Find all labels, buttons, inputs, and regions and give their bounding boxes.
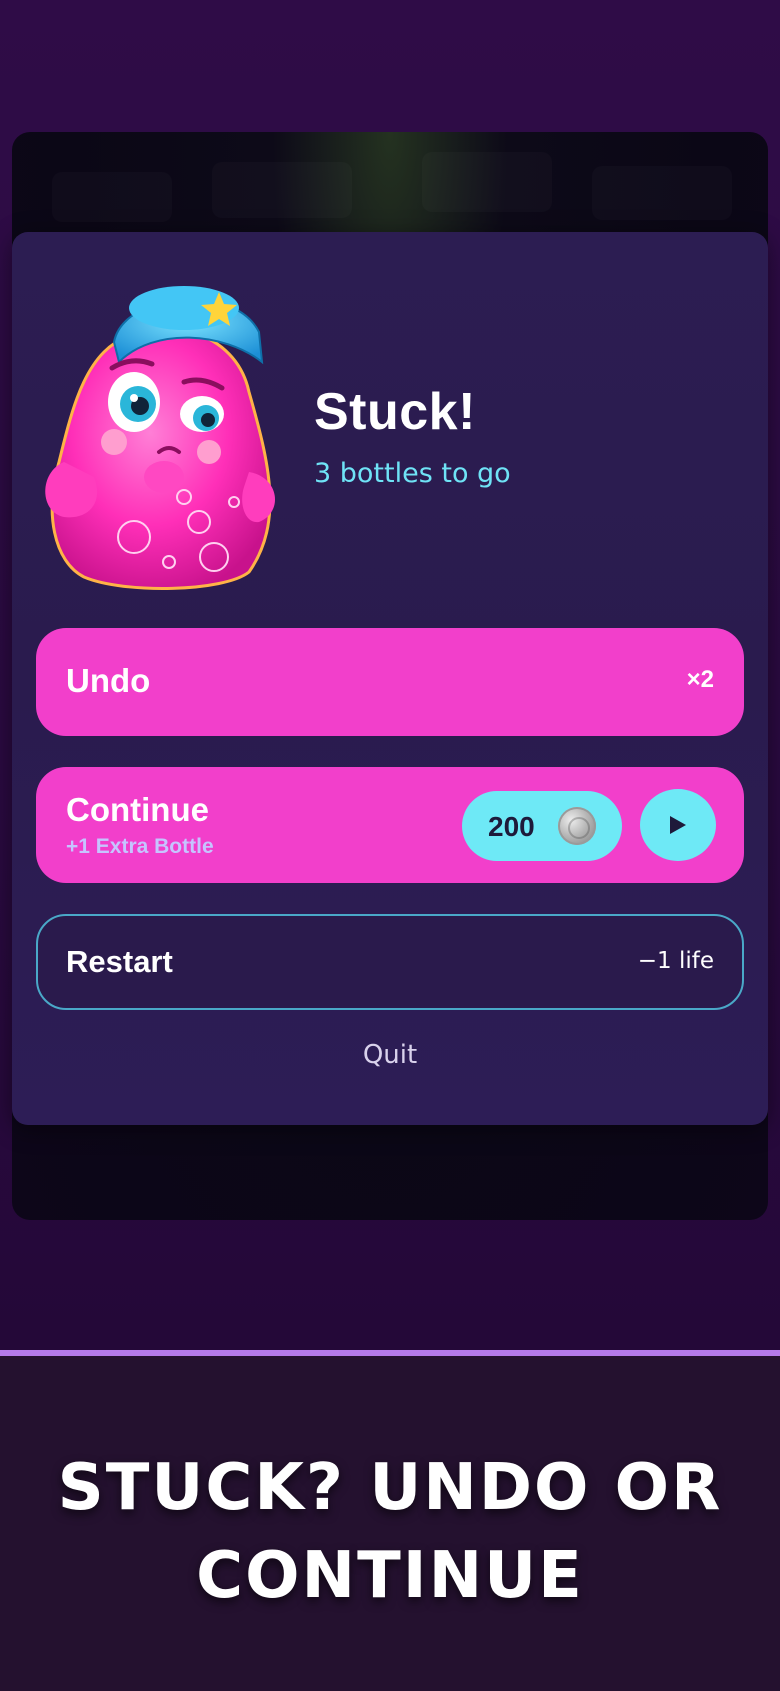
- continue-sublabel: +1 Extra Bottle: [66, 835, 214, 858]
- continue-label: Continue: [66, 791, 209, 828]
- undo-button[interactable]: Undo ×2: [36, 628, 744, 736]
- promo-caption-panel: STUCK? UNDO OR CONTINUE: [0, 1356, 780, 1691]
- stuck-dialog: Stuck! 3 bottles to go Undo ×2 Continue …: [12, 232, 768, 1125]
- backdrop-brick: [592, 166, 732, 220]
- dialog-title: Stuck!: [314, 383, 476, 441]
- continue-button[interactable]: Continue +1 Extra Bottle 200: [36, 767, 744, 883]
- continue-coin-price-button[interactable]: 200: [462, 791, 622, 861]
- restart-button[interactable]: Restart −1 life: [36, 914, 744, 1010]
- restart-label: Restart: [66, 944, 173, 979]
- quit-button[interactable]: Quit: [12, 1040, 768, 1070]
- restart-cost: −1 life: [637, 948, 714, 974]
- coin-price: 200: [488, 811, 535, 842]
- dialog-subtitle: 3 bottles to go: [314, 458, 511, 489]
- watch-ad-button[interactable]: [640, 789, 716, 861]
- pink-jelly-mascot-icon: [45, 286, 276, 590]
- backdrop-brick: [422, 152, 552, 212]
- undo-count-badge: ×2: [686, 666, 714, 693]
- play-ad-icon: [670, 816, 686, 834]
- undo-label: Undo: [66, 662, 151, 699]
- promo-caption-line-1: STUCK? UNDO OR: [57, 1451, 723, 1525]
- backdrop-brick: [212, 162, 352, 218]
- promo-caption-line-2: CONTINUE: [196, 1539, 584, 1613]
- backdrop-brick: [52, 172, 172, 222]
- promo-caption: STUCK? UNDO OR CONTINUE: [0, 1444, 780, 1620]
- coin-icon: [558, 807, 596, 845]
